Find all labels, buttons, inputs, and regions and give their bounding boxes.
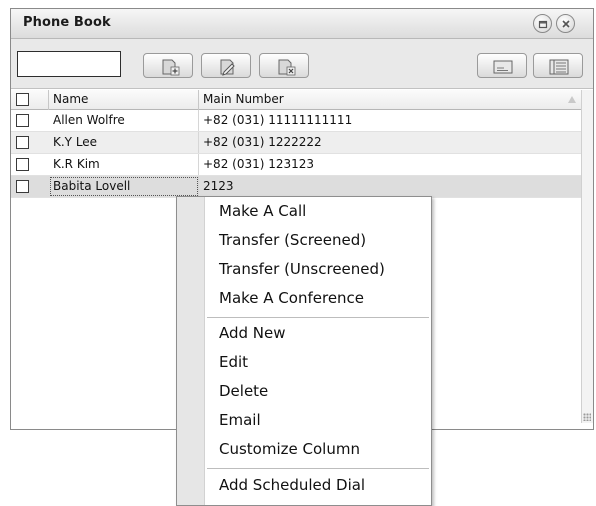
edit-contact-icon [220,59,235,76]
search-input[interactable] [17,51,121,77]
menu-separator [207,468,429,469]
row-checkbox-cell [11,154,49,175]
column-header-name[interactable]: Name [49,90,199,110]
row-checkbox[interactable] [16,180,29,193]
menu-item-delete[interactable]: Delete [219,379,268,403]
menu-item-add-new[interactable]: Add New [219,321,286,345]
menu-item-customize-column[interactable]: Customize Column [219,437,360,461]
menu-item-add-scheduled-dial[interactable]: Add Scheduled Dial [219,473,365,497]
select-all-checkbox[interactable] [16,93,29,106]
menu-item-email[interactable]: Email [219,408,261,432]
menu-item-make-a-call[interactable]: Make A Call [219,199,306,223]
delete-contact-button[interactable] [259,53,309,78]
menu-item-transfer-unscreened[interactable]: Transfer (Unscreened) [219,257,385,281]
close-icon [562,20,570,28]
restore-button[interactable] [533,14,552,33]
add-contact-button[interactable] [143,53,193,78]
contact-number: +82 (031) 11111111111 [203,113,353,127]
table-row[interactable]: Allen Wolfre +82 (031) 11111111111 [11,110,593,132]
menu-separator [207,317,429,318]
list-view-button[interactable] [533,53,583,78]
grid-header: Name Main Number [11,90,593,110]
context-menu: Make A Call Transfer (Screened) Transfer… [176,196,432,506]
toolbar [11,39,593,89]
sort-arrow-icon [568,96,576,103]
delete-contact-icon [278,59,296,76]
menu-item-edit[interactable]: Edit [219,350,248,374]
contact-name: Allen Wolfre [49,110,199,131]
row-checkbox[interactable] [16,136,29,149]
row-checkbox-cell [11,176,49,197]
table-row[interactable]: K.Y Lee +82 (031) 1222222 [11,132,593,154]
row-checkbox[interactable] [16,158,29,171]
add-contact-icon [162,59,180,76]
window-title: Phone Book [23,15,111,30]
list-view-icon [549,59,569,75]
contact-number: 2123 [203,179,234,193]
column-header-main-number[interactable]: Main Number [199,90,582,110]
row-checkbox-cell [11,110,49,131]
vertical-scrollbar[interactable] [581,90,593,423]
menu-icon-gutter [177,197,205,505]
menu-item-make-a-conference[interactable]: Make A Conference [219,286,364,310]
edit-contact-button[interactable] [201,53,251,78]
contact-number: +82 (031) 1222222 [203,135,322,149]
close-button[interactable] [556,14,575,33]
contact-name: K.R Kim [49,154,199,175]
row-checkbox[interactable] [16,114,29,127]
restore-icon [538,20,548,29]
contact-number: +82 (031) 123123 [203,157,315,171]
table-row[interactable]: K.R Kim +82 (031) 123123 [11,154,593,176]
card-view-icon [493,60,513,74]
column-header-main-number-label: Main Number [203,92,284,106]
contact-name: K.Y Lee [49,132,199,153]
row-checkbox-cell [11,132,49,153]
menu-item-transfer-screened[interactable]: Transfer (Screened) [219,228,366,252]
resize-grip-icon[interactable] [583,413,591,421]
card-view-button[interactable] [477,53,527,78]
header-select-all [11,90,49,110]
contact-name: Babita Lovell [49,176,199,197]
title-bar: Phone Book [11,9,593,39]
table-row-selected[interactable]: Babita Lovell 2123 [11,176,593,198]
